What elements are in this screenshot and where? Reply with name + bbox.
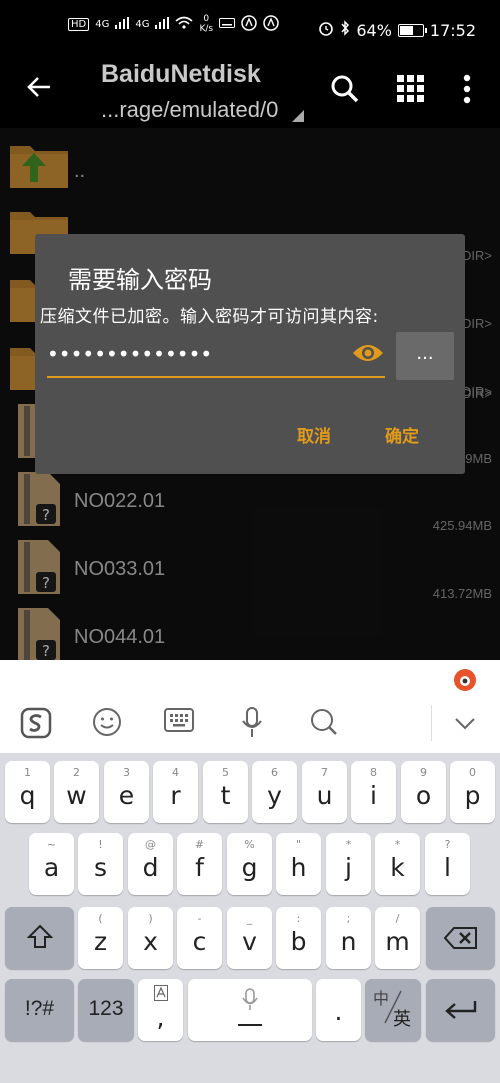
skin-mascot-icon[interactable] [453,668,477,696]
microphone-icon[interactable] [240,707,264,743]
slash-divider-icon [365,979,421,1045]
period-key[interactable]: . [316,979,361,1041]
key-w[interactable]: 2w [54,761,99,823]
search-icon[interactable] [330,74,360,108]
soft-keyboard: 1q 2w 3e 4r 5t 6y 7u 8i 9o 0p ~ a ! s @ d #… [0,660,500,1083]
more-options-button[interactable]: ... [396,332,454,380]
keyboard-status-icon [219,17,236,31]
clock: 17:52 [429,20,476,40]
status-bar: HD 4G 4G 0 K/s 64% 17:52 [0,0,500,60]
key-i[interactable]: 8i [351,761,396,823]
shift-key[interactable] [5,907,74,969]
status-left: HD 4G 4G 0 K/s [68,14,279,34]
emoji-icon[interactable] [92,707,122,741]
password-value: •••••••••••••• [47,342,213,366]
hd-badge: HD [68,17,90,31]
path-dropdown-caret-icon[interactable] [292,110,304,122]
wifi-icon [175,16,194,33]
dialog-message: 压缩文件已加密。输入密码才可访问其内容: [40,307,379,327]
key-p[interactable]: 0p [450,761,495,823]
alarm-icon [318,20,334,40]
key-u[interactable]: 7u [302,761,347,823]
signal-icon [115,16,130,32]
key-f[interactable]: # f [177,833,222,895]
backspace-key[interactable] [426,907,495,969]
shift-arrow-icon [26,924,54,954]
toolbar-divider [431,705,432,741]
battery-icon [397,23,427,37]
backspace-icon [443,926,478,954]
enter-key[interactable] [426,979,495,1041]
key-h[interactable]: " h [276,833,321,895]
key-y[interactable]: 6y [252,761,297,823]
space-mic-icon [227,987,273,1035]
key-g[interactable]: % g [227,833,272,895]
key-d[interactable]: @ d [128,833,173,895]
overflow-menu-icon[interactable] [462,74,472,108]
app-bar: BaiduNetdisk ...rage/emulated/0 [0,60,500,128]
space-key[interactable] [188,979,312,1041]
app-notify-icon [241,14,257,34]
key-a[interactable]: ~ a [29,833,74,895]
key-v[interactable]: _ v [227,907,272,969]
dialog-title: 需要输入密码 [68,266,212,294]
sogou-logo-icon[interactable] [20,707,52,743]
search-icon[interactable] [310,707,338,741]
symbols-key[interactable]: !?# [5,979,74,1041]
key-b[interactable]: :b [276,907,321,969]
key-t[interactable]: 5t [203,761,248,823]
status-right: 64% 17:52 [318,20,476,40]
app-title: BaiduNetdisk [101,60,261,88]
enter-arrow-icon [444,999,478,1025]
key-j[interactable]: * j [326,833,371,895]
password-dialog: 需要输入密码 压缩文件已加密。输入密码才可访问其内容: ••••••••••••… [35,234,465,474]
numbers-key[interactable]: 123 [78,979,134,1041]
key-o[interactable]: 9o [401,761,446,823]
language-switch-key[interactable]: 中 英 [365,979,421,1041]
key-z[interactable]: (z [78,907,123,969]
key-n[interactable]: ; n [326,907,371,969]
bluetooth-icon [340,20,350,40]
grid-view-icon[interactable] [396,74,426,108]
key-k[interactable]: * k [375,833,420,895]
font-a-icon [154,985,168,1005]
password-input[interactable]: •••••••••••••• [47,338,385,378]
cancel-button[interactable]: 取消 [297,422,331,447]
key-q[interactable]: 1q [5,761,50,823]
collapse-keyboard-chevron-down-icon[interactable] [454,716,476,735]
network-4g-label: 4G [95,18,110,30]
keyboard-layout-icon[interactable] [164,707,194,739]
keyboard-toolbar [0,660,500,753]
battery-percent: 64% [356,20,392,40]
key-m[interactable]: / m [375,907,420,969]
key-s[interactable]: ! s [78,833,123,895]
key-e[interactable]: 3e [104,761,149,823]
key-l[interactable]: ? l [425,833,470,895]
network-4g-label-2: 4G [135,18,150,30]
key-x[interactable]: ) x [128,907,173,969]
key-c[interactable]: -c [177,907,222,969]
current-path[interactable]: ...rage/emulated/0 [101,97,278,123]
app-notify-icon-2 [263,14,279,34]
ok-button[interactable]: 确定 [385,422,419,447]
key-r[interactable]: 4r [153,761,198,823]
net-speed: 0 K/s [199,14,214,34]
signal-icon-2 [155,16,170,32]
show-password-eye-icon[interactable] [352,340,384,370]
back-arrow-icon[interactable] [26,74,52,104]
keyboard-keys: 1q 2w 3e 4r 5t 6y 7u 8i 9o 0p ~ a ! s @ d #… [0,753,500,1083]
comma-key[interactable]: , [138,979,183,1041]
